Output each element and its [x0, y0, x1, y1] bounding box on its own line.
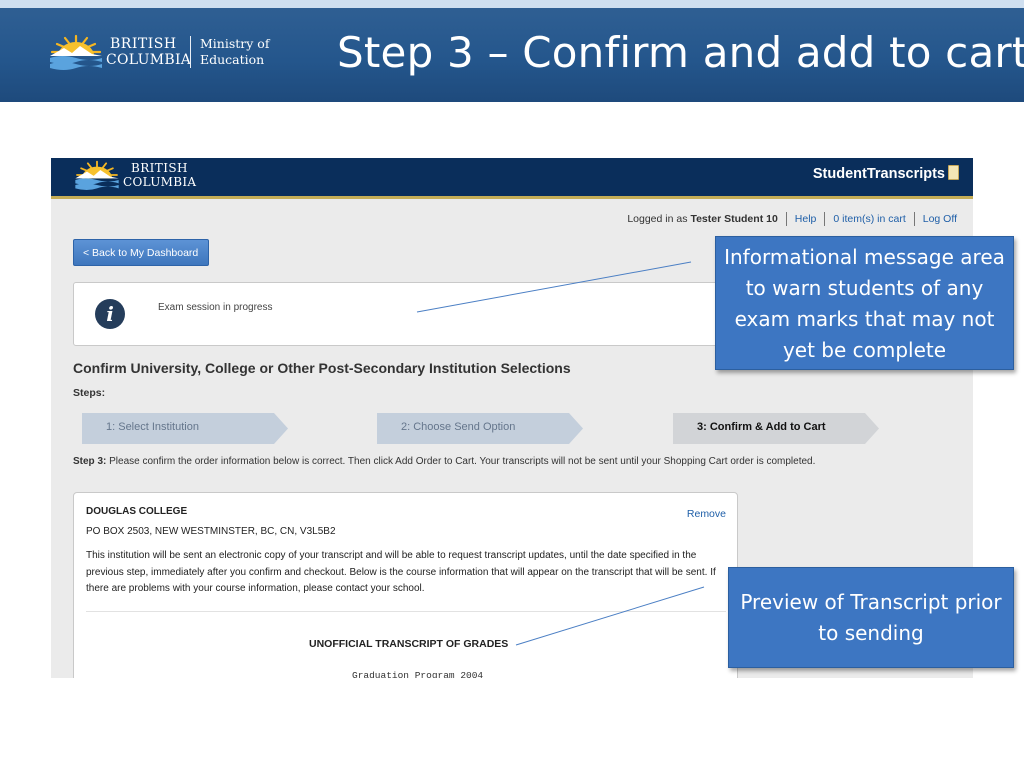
step-instruction: Step 3: Please confirm the order informa… [73, 456, 815, 467]
step-confirm-add-to-cart: 3: Confirm & Add to Cart [673, 413, 879, 444]
info-icon: i [95, 299, 125, 329]
bc-sun-icon [75, 160, 119, 190]
logged-in-user: Tester Student 10 [690, 213, 778, 225]
step-instruction-text: Please confirm the order information bel… [109, 456, 816, 467]
app-logo-british: BRITISH [131, 161, 188, 175]
link-separator [785, 212, 787, 226]
back-to-dashboard-button[interactable]: < Back to My Dashboard [73, 239, 209, 266]
slide-title: Step 3 – Confirm and add to cart [337, 28, 1024, 77]
cart-link[interactable]: 0 item(s) in cart [833, 213, 905, 225]
app-brand[interactable]: StudentTranscripts [813, 166, 945, 182]
slide-header: BRITISH COLUMBIA Ministry of Education S… [0, 0, 1024, 102]
step-choose-send-option[interactable]: 2: Choose Send Option [377, 413, 583, 444]
link-separator [913, 212, 915, 226]
section-title: Confirm University, College or Other Pos… [73, 360, 571, 376]
order-card: DOUGLAS COLLEGE PO BOX 2503, NEW WESTMIN… [73, 492, 738, 678]
order-description: This institution will be sent an electro… [86, 550, 716, 594]
logged-in-label: Logged in as [627, 213, 688, 225]
step-instruction-prefix: Step 3: [73, 456, 107, 467]
user-links-bar: Logged in as Tester Student 10 Help 0 it… [627, 212, 957, 226]
institution-name: DOUGLAS COLLEGE [86, 506, 188, 517]
callout-transcript-preview: Preview of Transcript prior to sending [728, 567, 1014, 668]
institution-address: PO BOX 2503, NEW WESTMINSTER, BC, CN, V3… [86, 526, 336, 537]
app-header-bar: BRITISH COLUMBIA StudentTranscripts [51, 158, 973, 196]
logo-text-columbia: COLUMBIA [106, 52, 192, 68]
logo-divider [190, 36, 191, 68]
remove-link[interactable]: Remove [687, 508, 726, 520]
info-message-text: Exam session in progress [158, 302, 273, 313]
callout-info-area: Informational message area to warn stude… [715, 236, 1014, 370]
step-select-institution[interactable]: 1: Select Institution [82, 413, 288, 444]
link-separator [824, 212, 826, 226]
info-message-box: i Exam session in progress [73, 282, 741, 346]
bc-ministry-logo: BRITISH COLUMBIA Ministry of Education [48, 34, 288, 74]
header-top-stripe [0, 0, 1024, 8]
app-logo-columbia: COLUMBIA [123, 175, 197, 189]
bc-sun-icon [50, 34, 102, 70]
help-link[interactable]: Help [795, 213, 817, 225]
steps-label: Steps: [73, 387, 106, 399]
logo-text-british: BRITISH [110, 36, 177, 52]
scroll-icon [948, 165, 959, 180]
graduation-program: Graduation Program 2004 [352, 670, 484, 678]
logoff-link[interactable]: Log Off [923, 213, 957, 225]
header-gold-stripe [51, 196, 973, 199]
logo-text-ministry: Ministry of Education [200, 36, 270, 67]
card-divider [86, 611, 726, 612]
transcript-title: UNOFFICIAL TRANSCRIPT OF GRADES [309, 638, 509, 650]
